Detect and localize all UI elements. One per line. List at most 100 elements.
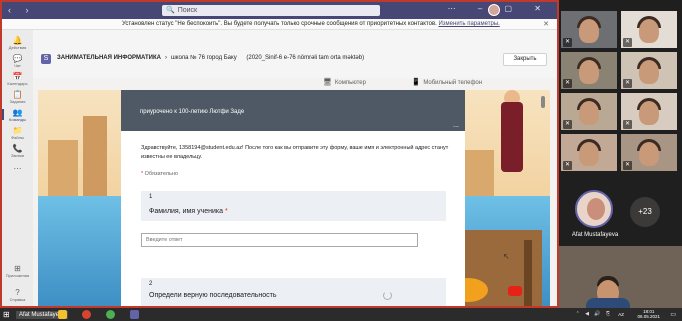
mic-off-icon: ✕ xyxy=(563,161,572,170)
close-icon[interactable]: ✕ xyxy=(543,19,549,30)
loading-spinner xyxy=(383,291,392,300)
participant-face xyxy=(579,60,599,84)
rail-label: Календарь xyxy=(7,81,28,86)
background-building xyxy=(48,140,78,200)
rail-label: Команды xyxy=(9,117,26,122)
phone-icon: 📞 xyxy=(12,144,23,153)
mic-off-icon: ✕ xyxy=(623,38,632,47)
video-tile[interactable]: ✕ xyxy=(620,133,678,172)
notice-text: Установлен статус "Не беспокоить". Вы бу… xyxy=(122,21,437,27)
tab-mobile-label: Мобильный телефон xyxy=(423,80,483,86)
self-shirt xyxy=(586,298,630,308)
monitor-icon: 🖥 xyxy=(323,79,332,86)
teams-icon[interactable] xyxy=(130,310,139,319)
mic-off-icon: ✕ xyxy=(563,120,572,129)
mic-off-icon: ✕ xyxy=(623,161,632,170)
participant-face xyxy=(579,142,599,166)
search-input[interactable]: 🔍 Поиск xyxy=(162,5,380,16)
tab-computer-label: Компьютер xyxy=(334,80,366,86)
participant-face xyxy=(639,60,659,84)
form-header: приурочено к 100-летию Лютфи Заде ... xyxy=(121,90,465,131)
video-tile[interactable]: ✕ xyxy=(560,92,618,131)
tab-mobile[interactable]: 📱 Мобильный телефон xyxy=(411,79,504,86)
clock[interactable]: 18:01 06.05.2021 xyxy=(637,309,660,319)
tab-computer[interactable]: 🖥 Компьютер xyxy=(323,79,388,86)
file-explorer-icon[interactable] xyxy=(58,310,67,319)
channel-class: (2020_Sinif-6 e-76 nömrəli tam orta məkt… xyxy=(246,55,365,61)
question-card: 1 Фамилия, имя ученика * Введите ответ xyxy=(141,191,446,251)
scrollbar[interactable] xyxy=(541,96,545,108)
bell-icon: 🔔 xyxy=(12,36,23,45)
presenter-name: Afat Mustafayeva xyxy=(571,232,619,238)
video-tile[interactable]: ✕ xyxy=(560,10,618,49)
app-icon[interactable] xyxy=(82,310,91,319)
breadcrumb: ЗАНИМАТЕЛЬНАЯ ИНФОРМАТИКА › школа № 76 гор… xyxy=(57,55,365,61)
participant-face xyxy=(579,101,599,125)
video-tile[interactable]: ✕ xyxy=(560,51,618,90)
system-tray[interactable]: ⌃ ◀ 🔊 ⎘ xyxy=(576,311,612,317)
mic-off-icon: ✕ xyxy=(623,79,632,88)
dnd-notice: Установлен статус "Не беспокоить". Вы бу… xyxy=(2,19,557,30)
mouse-cursor: ↖ xyxy=(503,252,510,261)
tab-header: S ЗАНИМАТЕЛЬНАЯ ИНФОРМАТИКА › школа № 76 г… xyxy=(33,30,557,86)
title-bar: ‹ › 🔍 Поиск ⋯ – ▢ ✕ xyxy=(2,2,557,19)
play-icon xyxy=(508,286,522,296)
participant-face xyxy=(579,19,599,43)
rail-label: Файлы xyxy=(11,135,24,140)
rail-item-more[interactable]: ⋯ xyxy=(2,164,33,173)
answer-input[interactable]: Введите ответ xyxy=(141,233,418,247)
team-icon: S xyxy=(41,54,51,64)
chrome-icon[interactable] xyxy=(106,310,115,319)
language-indicator[interactable]: AZ xyxy=(618,312,624,317)
required-label: Обязательно xyxy=(144,171,178,177)
required-star: * xyxy=(224,208,228,215)
presenter-avatar[interactable] xyxy=(575,190,613,228)
calendar-icon: 📅 xyxy=(12,72,23,81)
rail-item-assignments[interactable]: 📋 Задания xyxy=(2,90,33,104)
question-title: Определи верную последовательность xyxy=(149,292,277,299)
participant-face xyxy=(639,19,659,43)
apps-icon: ⊞ xyxy=(14,264,21,273)
rail-item-calls[interactable]: 📞 Звонки xyxy=(2,144,33,158)
window-controls[interactable]: ⋯ – ▢ ✕ xyxy=(448,4,551,13)
video-tile[interactable]: ✕ xyxy=(560,133,618,172)
notification-icon[interactable]: ▭ xyxy=(670,311,676,318)
phone-icon: 📱 xyxy=(411,79,421,86)
rail-label: Приложения xyxy=(5,273,30,278)
rail-label: Чат xyxy=(14,63,21,68)
video-tile[interactable]: ✕ xyxy=(620,51,678,90)
rail-item-activity[interactable]: 🔔 Действия xyxy=(2,36,33,50)
teams-icon: 👥 xyxy=(12,108,23,117)
participant-face xyxy=(639,142,659,166)
files-icon: 📁 xyxy=(12,126,23,135)
windows-taskbar: ⊞ Afat Mustafayeva ⌃ ◀ 🔊 ⎘ AZ 18:01 06.05… xyxy=(0,308,682,321)
rail-item-files[interactable]: 📁 Файлы xyxy=(2,126,33,140)
video-tile[interactable]: ✕ xyxy=(620,10,678,49)
rail-item-calendar[interactable]: 📅 Календарь xyxy=(2,72,33,86)
rail-label: Задания xyxy=(9,99,26,104)
pier-post xyxy=(524,240,532,306)
team-name[interactable]: ЗАНИМАТЕЛЬНАЯ ИНФОРМАТИКА xyxy=(57,55,161,61)
notice-settings-link[interactable]: Изменить параметры. xyxy=(438,21,499,27)
close-button[interactable]: Закрыть xyxy=(503,53,547,66)
nav-arrows[interactable]: ‹ › xyxy=(8,5,35,15)
windows-start-icon[interactable]: ⊞ xyxy=(3,310,10,319)
rail-item-help[interactable]: ? Справка xyxy=(2,288,33,302)
form-subtitle: приурочено к 100-летию Лютфи Заде xyxy=(140,109,245,115)
question-title: Фамилия, имя ученика * xyxy=(141,203,446,221)
question-title-text: Фамилия, имя ученика xyxy=(149,208,223,215)
question-number: 1 xyxy=(141,191,446,203)
more-icon: ⋯ xyxy=(13,164,22,173)
search-placeholder: Поиск xyxy=(177,7,198,14)
more-icon[interactable]: ... xyxy=(453,122,459,129)
channel-school[interactable]: школа № 76 город Баку xyxy=(171,55,237,61)
rail-label: Действия xyxy=(8,45,27,50)
participant-face xyxy=(639,101,659,125)
rail-item-apps[interactable]: ⊞ Приложения xyxy=(2,264,33,278)
video-tile[interactable]: ✕ xyxy=(620,92,678,131)
more-participants-button[interactable]: +23 xyxy=(630,197,660,227)
rail-item-chat[interactable]: 💬 Чат xyxy=(2,54,33,68)
form-card: приурочено к 100-летию Лютфи Заде ... Зд… xyxy=(121,90,465,306)
rail-item-teams[interactable]: 👥 Команды xyxy=(2,108,33,122)
mic-off-icon: ✕ xyxy=(563,38,572,47)
